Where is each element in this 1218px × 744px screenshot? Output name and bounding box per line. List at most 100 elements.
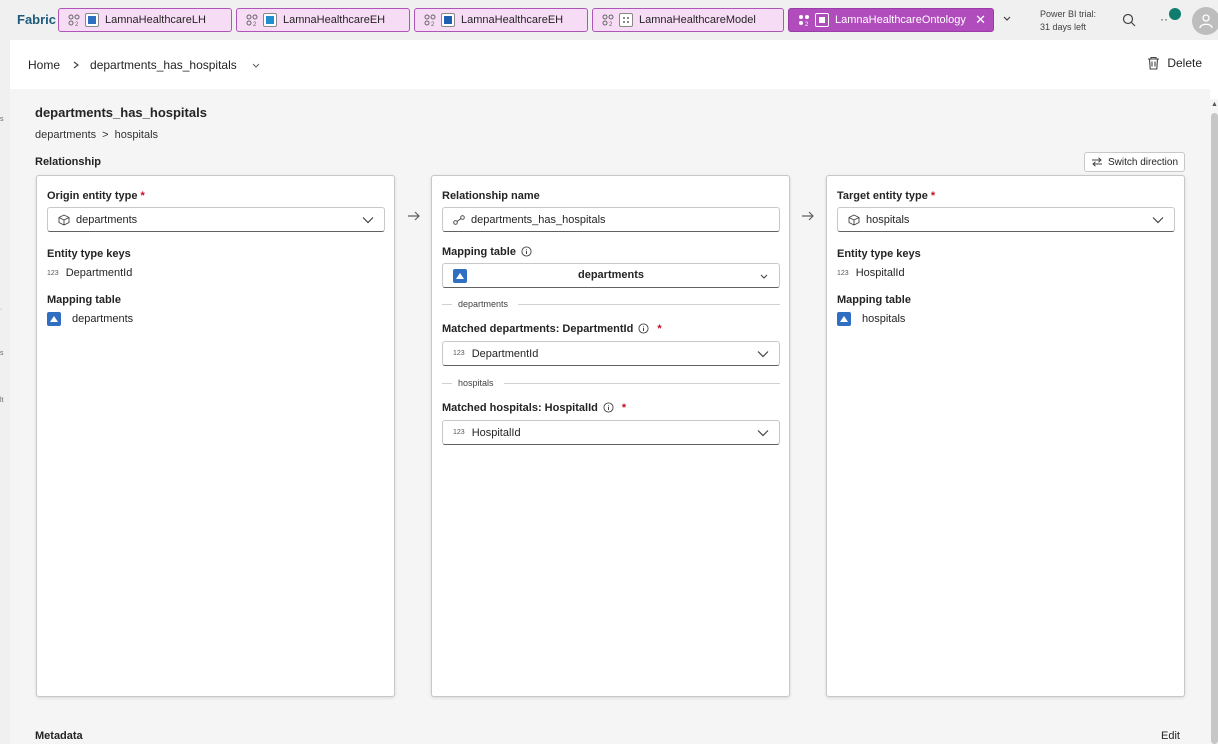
workspace-icon: 2 xyxy=(601,13,615,27)
edit-button[interactable]: Edit xyxy=(1161,730,1180,742)
metadata-heading: Metadata xyxy=(35,730,83,742)
eventhouse-icon xyxy=(263,13,277,27)
origin-entity-select[interactable]: departments xyxy=(47,207,385,232)
tab-lamnahealthcarelh[interactable]: 2 LamnaHealthcareLH xyxy=(58,8,232,32)
tab-label: LamnaHealthcareModel xyxy=(639,14,756,26)
mapping-table-select[interactable]: departments xyxy=(442,263,780,288)
info-icon[interactable] xyxy=(638,323,649,334)
path-separator: > xyxy=(102,129,109,141)
matched-departments-value: DepartmentId xyxy=(471,347,539,360)
nav-fragment: · xyxy=(0,306,3,313)
arrow-right-icon xyxy=(802,211,814,221)
app-brand[interactable]: Fabric xyxy=(17,12,56,27)
page-title: departments_has_hospitals xyxy=(35,105,207,120)
number-type-icon: 123 xyxy=(453,350,465,357)
chevron-down-icon xyxy=(362,217,374,224)
semantic-model-icon xyxy=(619,13,633,27)
info-icon[interactable] xyxy=(603,402,614,413)
breadcrumb-home[interactable]: Home xyxy=(28,58,60,72)
chevron-down-icon[interactable] xyxy=(1002,14,1012,24)
origin-key-row: 123 DepartmentId xyxy=(47,267,132,279)
required-marker: * xyxy=(140,190,145,202)
target-entity-value: hospitals xyxy=(866,213,910,226)
lakehouse-icon xyxy=(85,13,99,27)
content-area: departments_has_hospitals departments > ho… xyxy=(10,89,1210,744)
svg-text:2: 2 xyxy=(609,22,613,27)
matched-hospitals-label: Matched hospitals: HospitalId * xyxy=(442,402,627,414)
required-marker: * xyxy=(621,402,627,414)
matched-departments-select[interactable]: 123 DepartmentId xyxy=(442,341,780,366)
nav-fragment: s xyxy=(0,116,4,123)
matched-hospitals-value: HospitalId xyxy=(471,426,521,439)
close-tab-icon[interactable]: ✕ xyxy=(975,12,986,28)
workspace-icon: 2 xyxy=(797,13,811,27)
scroll-up-arrow[interactable]: ▲ xyxy=(1211,101,1218,108)
tab-lamnahealthcaremodel[interactable]: 2 LamnaHealthcareModel xyxy=(592,8,784,32)
delete-button[interactable]: Delete xyxy=(1147,56,1202,70)
origin-key-value: DepartmentId xyxy=(65,267,133,279)
more-options-icon[interactable]: ·· xyxy=(1160,12,1168,26)
trial-status[interactable]: Power BI trial: 31 days left xyxy=(1040,8,1096,34)
tab-label: LamnaHealthcareEH xyxy=(283,14,386,26)
matched-hospitals-select[interactable]: 123 HospitalId xyxy=(442,420,780,445)
switch-direction-button[interactable]: Switch direction xyxy=(1084,152,1185,172)
target-card: Target entity type * hospitals Entity typ… xyxy=(826,175,1185,697)
main-surface: Home departments_has_hospitals Delete de… xyxy=(10,40,1218,744)
origin-mapping-row: departments xyxy=(47,312,133,326)
cube-icon xyxy=(58,213,70,226)
required-marker: * xyxy=(657,323,662,335)
top-bar: Fabric 2 LamnaHealthcareLH 2 LamnaHealth… xyxy=(0,0,1218,40)
trash-icon xyxy=(1148,56,1160,70)
section-divider: hospitals xyxy=(442,377,780,389)
matched-departments-label: Matched departments: DepartmentId * xyxy=(442,323,662,335)
divider-label: departments xyxy=(458,299,509,309)
avatar[interactable] xyxy=(1192,7,1218,35)
target-label: Target entity type * xyxy=(837,190,936,202)
origin-mapping-label: Mapping table xyxy=(47,294,121,306)
ontology-icon xyxy=(815,13,829,27)
person-icon xyxy=(1199,14,1213,29)
link-icon xyxy=(453,214,465,225)
info-icon[interactable] xyxy=(521,246,532,257)
chevron-down-icon[interactable] xyxy=(251,60,261,70)
workspace-icon: 2 xyxy=(67,13,81,27)
number-type-icon: 123 xyxy=(453,429,465,436)
relationship-name-input[interactable]: departments_has_hospitals xyxy=(442,207,780,232)
breadcrumb-current[interactable]: departments_has_hospitals xyxy=(90,58,237,72)
lakehouse-icon xyxy=(47,312,61,326)
tab-lamnahealthcareontology[interactable]: 2 LamnaHealthcareOntology ✕ xyxy=(788,8,994,32)
swap-arrows-icon xyxy=(1091,157,1102,167)
switch-direction-label: Switch direction xyxy=(1107,156,1179,168)
left-nav-edge: s · s lt xyxy=(0,40,10,744)
svg-text:2: 2 xyxy=(253,22,257,27)
delete-label: Delete xyxy=(1167,56,1202,70)
cube-icon xyxy=(848,213,860,226)
notification-badge[interactable] xyxy=(1169,8,1181,20)
nav-fragment: s xyxy=(0,350,4,357)
target-entity-select[interactable]: hospitals xyxy=(837,207,1175,232)
svg-text:2: 2 xyxy=(431,22,435,27)
page-header: Home departments_has_hospitals Delete xyxy=(10,40,1218,89)
scroll-thumb[interactable] xyxy=(1211,113,1218,744)
origin-entity-value: departments xyxy=(76,213,138,226)
chevron-down-icon xyxy=(757,351,769,358)
chevron-down-icon xyxy=(760,274,768,279)
target-mapping-row: hospitals xyxy=(837,312,905,326)
arrow-right-icon xyxy=(408,211,420,221)
trial-line-2: 31 days left xyxy=(1040,22,1087,32)
vertical-scrollbar[interactable]: ▲ xyxy=(1210,99,1218,744)
mapping-table-label: Mapping table xyxy=(442,246,532,258)
tab-lamnahealthcareeh-2[interactable]: 2 LamnaHealthcareEH xyxy=(414,8,588,32)
tab-lamnahealthcareeh-1[interactable]: 2 LamnaHealthcareEH xyxy=(236,8,410,32)
relationship-card: Relationship name departments_has_hospit… xyxy=(431,175,790,697)
relationship-name-label: Relationship name xyxy=(442,190,540,202)
path-from: departments xyxy=(35,129,97,141)
tab-label: LamnaHealthcareOntology xyxy=(835,14,966,26)
svg-text:2: 2 xyxy=(805,22,809,27)
path-to: hospitals xyxy=(114,129,159,141)
required-marker: * xyxy=(930,190,936,202)
svg-text:2: 2 xyxy=(75,22,79,27)
tab-label: LamnaHealthcareEH xyxy=(461,14,564,26)
relationship-path: departments > hospitals xyxy=(35,129,158,141)
search-icon[interactable] xyxy=(1122,13,1136,27)
